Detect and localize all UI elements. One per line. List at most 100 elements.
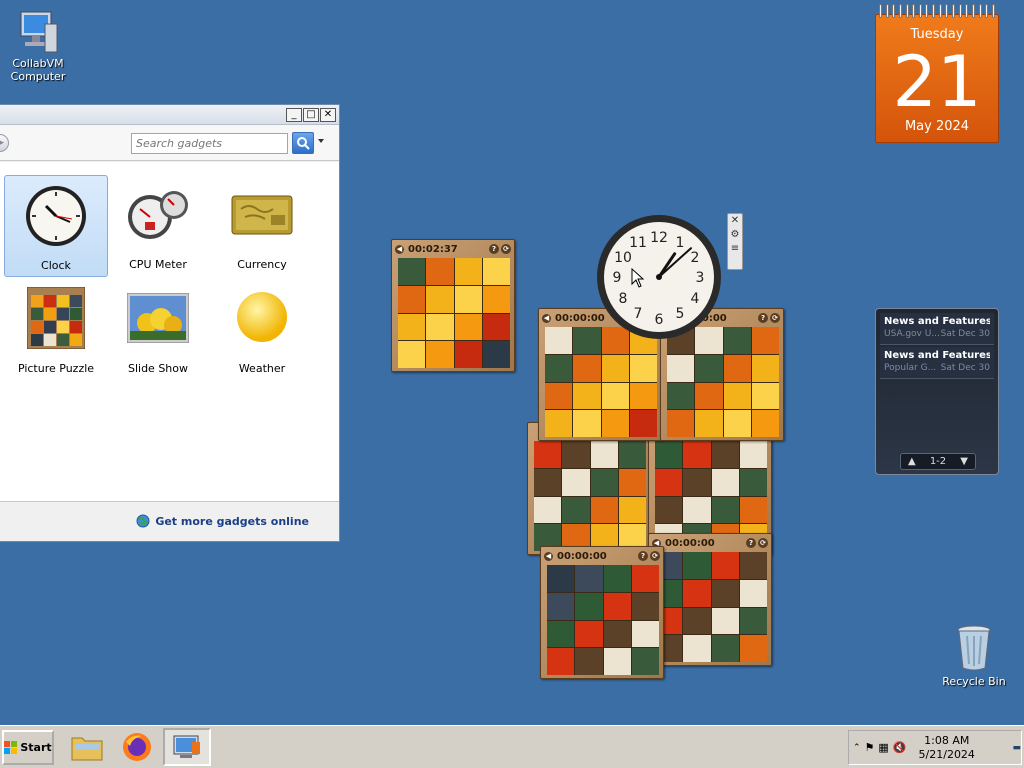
puzzle-tile[interactable] [601, 354, 629, 382]
puzzle-tile[interactable] [695, 410, 723, 437]
puzzle-tile[interactable] [590, 468, 618, 496]
puzzle-tile[interactable] [454, 285, 482, 313]
feed-item[interactable]: News and Features f... USA.gov U...Sat D… [880, 313, 994, 345]
gadget-item-clock[interactable]: Clock [4, 175, 108, 277]
puzzle-tile[interactable] [683, 441, 711, 468]
puzzle-tile[interactable] [751, 354, 779, 382]
puzzle-toggle-icon[interactable]: ◀ [544, 551, 553, 561]
feed-prev-button[interactable]: ▲ [908, 456, 916, 467]
puzzle-tile[interactable] [482, 285, 510, 313]
puzzle-tile[interactable] [711, 635, 739, 662]
puzzle-tile[interactable] [667, 410, 695, 437]
puzzle-tile[interactable] [534, 441, 562, 468]
puzzle-tile[interactable] [711, 468, 739, 496]
puzzle-tile[interactable] [590, 441, 618, 468]
search-options-dropdown[interactable] [318, 139, 324, 143]
puzzle-tile[interactable] [629, 382, 657, 410]
puzzle-tile[interactable] [629, 354, 657, 382]
puzzle-tile[interactable] [739, 552, 767, 579]
puzzle-shuffle-icon[interactable]: ⟳ [758, 538, 768, 548]
puzzle-tile[interactable] [534, 496, 562, 524]
puzzle-tile[interactable] [667, 382, 695, 410]
puzzle-tile[interactable] [683, 496, 711, 524]
puzzle-tile[interactable] [575, 592, 603, 620]
puzzle-shuffle-icon[interactable]: ⟳ [770, 313, 780, 323]
puzzle-tile[interactable] [739, 441, 767, 468]
volume-muted-icon[interactable]: 🔇 [893, 741, 907, 754]
puzzle-tile[interactable] [739, 496, 767, 524]
puzzle-tile[interactable] [573, 354, 601, 382]
puzzle-tile[interactable] [603, 620, 631, 648]
puzzle-tile[interactable] [545, 327, 573, 354]
search-button[interactable] [292, 132, 314, 154]
puzzle-tile[interactable] [695, 354, 723, 382]
puzzle-tile[interactable] [547, 648, 575, 675]
puzzle-tile[interactable] [398, 285, 426, 313]
puzzle-tile[interactable] [655, 468, 683, 496]
puzzle-tile[interactable] [739, 607, 767, 635]
start-button[interactable]: Start [2, 730, 54, 765]
puzzle-tile[interactable] [398, 341, 426, 368]
calendar-gadget[interactable]: Tuesday 21 May 2024 [875, 4, 999, 143]
feed-item[interactable]: News and Features f... Popular G...Sat D… [880, 347, 994, 379]
puzzle-tile[interactable] [575, 648, 603, 675]
puzzle-tile[interactable] [723, 327, 751, 354]
puzzle-tile[interactable] [545, 354, 573, 382]
puzzle-tile[interactable] [618, 496, 646, 524]
taskbar-gadgets-window[interactable] [163, 728, 211, 766]
puzzle-tile[interactable] [562, 441, 590, 468]
puzzle-tile[interactable] [618, 468, 646, 496]
puzzle-tile[interactable] [723, 410, 751, 437]
puzzle-help-icon[interactable]: ? [746, 538, 756, 548]
puzzle-tile[interactable] [631, 592, 659, 620]
puzzle-tile[interactable] [547, 592, 575, 620]
puzzle-tile[interactable] [426, 341, 454, 368]
puzzle-help-icon[interactable]: ? [638, 551, 648, 561]
puzzle-tile[interactable] [683, 579, 711, 607]
clock-gadget[interactable]: 12 12 345 678 91011 [596, 214, 722, 340]
options-wrench-icon[interactable]: ⚙ [728, 228, 742, 242]
tray-clock[interactable]: 1:08 AM 5/21/2024 [919, 734, 975, 762]
puzzle-tile[interactable] [482, 341, 510, 368]
close-gadget-icon[interactable]: ✕ [728, 214, 742, 228]
puzzle-tile[interactable] [547, 620, 575, 648]
puzzle-tile[interactable] [618, 441, 646, 468]
puzzle-tile[interactable] [739, 635, 767, 662]
puzzle-tile[interactable] [575, 565, 603, 592]
back-button[interactable]: ▶ [0, 134, 9, 152]
puzzle-help-icon[interactable]: ? [758, 313, 768, 323]
puzzle-tile[interactable] [683, 468, 711, 496]
puzzle-tile[interactable] [426, 313, 454, 341]
puzzle-tile[interactable] [683, 552, 711, 579]
puzzle-tile[interactable] [601, 382, 629, 410]
puzzle-tile[interactable] [482, 258, 510, 285]
puzzle-toggle-icon[interactable]: ◀ [395, 244, 404, 254]
puzzle-tile[interactable] [454, 313, 482, 341]
puzzle-tile[interactable] [695, 382, 723, 410]
puzzle-tile[interactable] [711, 552, 739, 579]
puzzle-shuffle-icon[interactable]: ⟳ [501, 244, 511, 254]
puzzle-tile[interactable] [751, 410, 779, 437]
puzzle-tile[interactable] [751, 327, 779, 354]
puzzle-tile[interactable] [629, 410, 657, 437]
puzzle-tile[interactable] [655, 441, 683, 468]
show-hidden-icons-icon[interactable]: ⌃ [853, 743, 861, 753]
puzzle-tile[interactable] [631, 648, 659, 675]
puzzle-tile[interactable] [562, 496, 590, 524]
taskbar-file-explorer[interactable] [63, 728, 111, 766]
maximize-button[interactable]: □ [303, 108, 319, 122]
picture-puzzle-gadget[interactable]: ◀ 00:00:00?⟳ [540, 546, 664, 679]
puzzle-tile[interactable] [601, 410, 629, 437]
network-icon[interactable]: ▦ [878, 741, 888, 754]
show-desktop-icon[interactable]: ▬ [1012, 743, 1021, 753]
puzzle-tile[interactable] [426, 285, 454, 313]
close-button[interactable]: ✕ [320, 108, 336, 122]
desktop-icon-recycle-bin[interactable]: Recycle Bin [939, 624, 1009, 688]
puzzle-tile[interactable] [603, 592, 631, 620]
puzzle-tile[interactable] [590, 496, 618, 524]
puzzle-tile[interactable] [454, 341, 482, 368]
puzzle-tile[interactable] [683, 635, 711, 662]
puzzle-tile[interactable] [723, 382, 751, 410]
feed-next-button[interactable]: ▼ [960, 456, 968, 467]
puzzle-grid[interactable] [545, 327, 657, 437]
